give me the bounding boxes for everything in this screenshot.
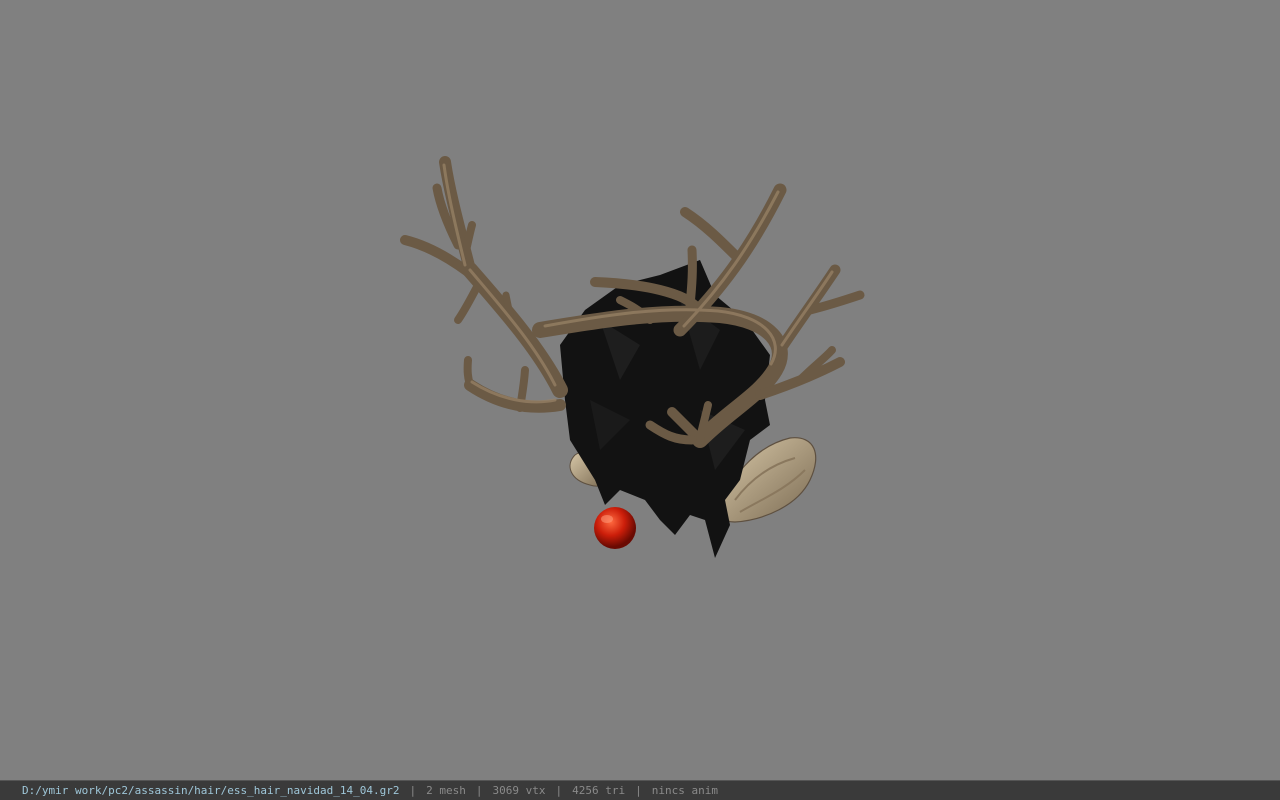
file-path: D:/ymir work/pc2/assassin/hair/ess_hair_… — [22, 784, 400, 797]
status-separator: | — [409, 784, 417, 797]
vertex-count: 3069 vtx — [492, 784, 546, 797]
status-separator: | — [635, 784, 642, 797]
status-bar: D:/ymir work/pc2/assassin/hair/ess_hair_… — [0, 780, 1280, 800]
triangle-count: 4256 tri — [572, 784, 626, 797]
red-nose-ornament — [594, 507, 636, 549]
3d-viewport[interactable] — [0, 0, 1280, 780]
mesh-count: 2 mesh — [426, 784, 466, 797]
animation-status: nincs anim — [651, 784, 718, 797]
status-separator: | — [555, 784, 563, 797]
status-separator: | — [475, 784, 483, 797]
antler-hair-model-icon — [400, 156, 865, 558]
